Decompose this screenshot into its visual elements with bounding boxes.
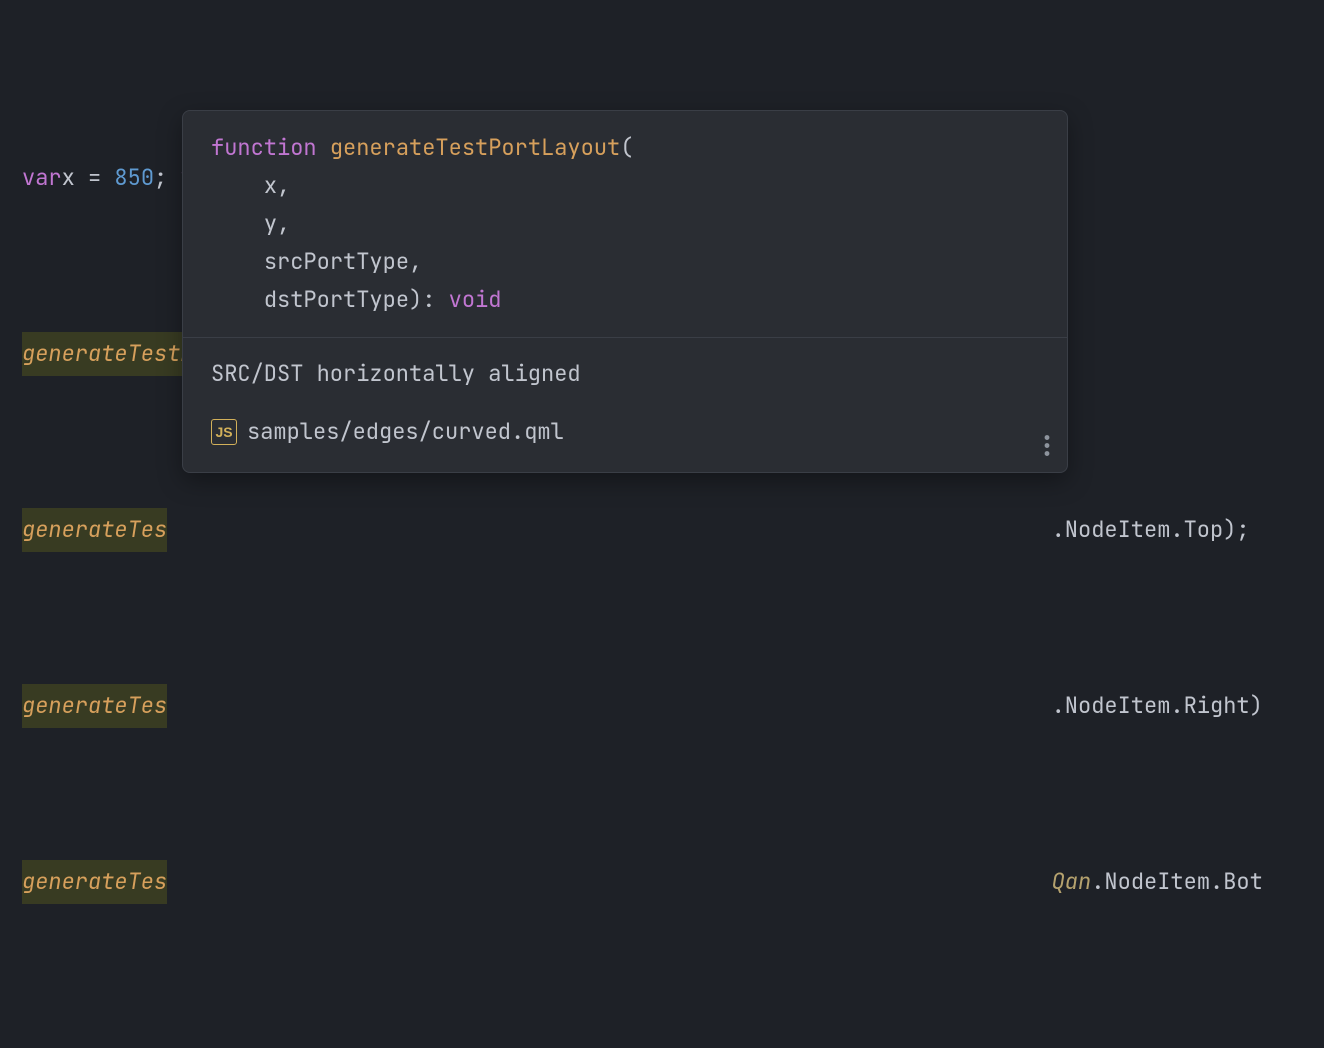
keyword: var [22, 156, 62, 200]
type: Qan [1052, 860, 1092, 904]
trailing-text: .NodeItem.Right) [1052, 684, 1263, 728]
param: x [264, 171, 277, 200]
function-call[interactable]: generateTes [22, 684, 167, 728]
punct: ): [409, 285, 435, 314]
source-link[interactable]: JS samples/edges/curved.qml [183, 400, 1067, 472]
punct: ; [154, 156, 180, 200]
punct: , [277, 171, 290, 200]
documentation-popup[interactable]: function generateTestPortLayout( x, y, s… [182, 110, 1068, 473]
punct: , [409, 247, 422, 276]
code-line: generateTesxxxxxxxxxxxxxxxxxxxxxxxxxxxxx… [22, 684, 1324, 728]
function-name: generateTestPortLayout [330, 133, 620, 162]
number: 850 [114, 156, 154, 200]
return-type: void [449, 285, 502, 314]
doc-text: SRC/DST horizontally aligned [183, 338, 1067, 400]
param: dstPortType [264, 285, 409, 314]
source-path: samples/edges/curved.qml [247, 410, 564, 454]
trailing-text: .NodeItem.Bot [1091, 860, 1263, 904]
signature-block: function generateTestPortLayout( x, y, s… [183, 111, 1067, 337]
code-line: generateTesxxxxxxxxxxxxxxxxxxxxxxxxxxxxx… [22, 860, 1324, 904]
punct: , [277, 209, 290, 238]
more-options-icon[interactable]: ••• [1041, 434, 1053, 458]
function-call[interactable]: generateTes [22, 508, 167, 552]
punct: ( [620, 133, 633, 162]
operator: = [75, 156, 115, 200]
function-call[interactable]: generateTes [22, 860, 167, 904]
identifier: x [62, 156, 75, 200]
blank-line [22, 1036, 35, 1048]
js-file-icon: JS [211, 419, 237, 445]
param: srcPortType [264, 247, 409, 276]
trailing-text: .NodeItem.Top); [1052, 508, 1250, 552]
code-line: generateTesxxxxxxxxxxxxxxxxxxxxxxxxxxxxx… [22, 508, 1324, 552]
param: y [264, 209, 277, 238]
code-line [22, 1036, 1324, 1048]
keyword: function [211, 133, 317, 162]
